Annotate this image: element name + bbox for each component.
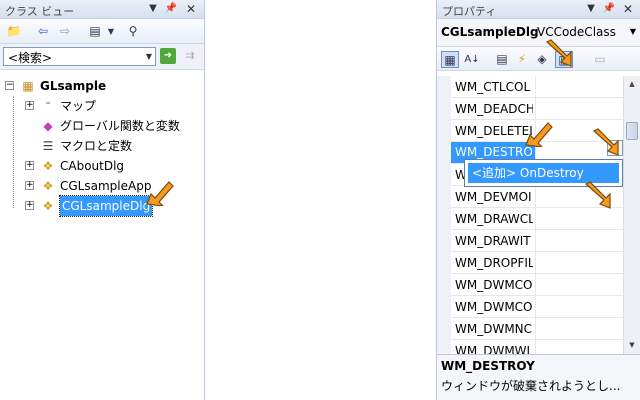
grid-row[interactable]: WM_DROPFIL [451, 252, 623, 274]
grid-row[interactable]: WM_DRAWCL [451, 208, 623, 230]
property-name: WM_DEADCH [455, 102, 533, 116]
grid-row[interactable]: WM_DRAWIT [451, 230, 623, 252]
tree-item-map[interactable]: + ⁼ マップ [0, 96, 200, 116]
property-name: WM_DROPFIL [455, 256, 533, 270]
pin-icon[interactable]: 📌 [164, 2, 178, 16]
grid-row[interactable]: WM_DWMWI [451, 340, 623, 354]
class-view-titlebar: クラス ビュー ▼ 📌 ✕ [0, 0, 204, 19]
pin-icon[interactable]: 📌 [602, 2, 616, 16]
search-input[interactable]: <検索> [3, 47, 156, 66]
globals-icon: ◆ [43, 119, 53, 133]
column-divider [535, 186, 536, 208]
property-name: WM_CTLCOL [455, 80, 531, 94]
grid-scrollbar[interactable]: ▲ ▼ [623, 76, 640, 354]
object-name: CGLsampleDlg [441, 25, 539, 39]
search-dropdown-icon[interactable]: ▼ [143, 48, 155, 65]
annotation-arrow-icon [525, 122, 553, 147]
tree-item-macros[interactable]: ☰ マクロと定数 [0, 136, 200, 156]
tree-item-label: マクロと定数 [60, 139, 133, 153]
class-view-toolbar: 📁 ⇦ ⇨ ▤ ▼ ⚲ [0, 19, 204, 44]
expand-icon[interactable]: + [25, 161, 34, 170]
property-name: WM_DRAWIT [455, 234, 531, 248]
annotation-arrow-icon [584, 181, 611, 209]
grid-row[interactable]: WM_DWMNC [451, 318, 623, 340]
tree-item-label: CAboutDlg [60, 159, 125, 173]
search-row: <検索> ▼ ➜ ⇉ [0, 44, 204, 70]
settings-dropdown-icon[interactable]: ▼ [102, 23, 120, 40]
column-divider [535, 252, 536, 274]
expand-icon[interactable]: + [25, 201, 34, 210]
close-icon[interactable]: ✕ [621, 2, 635, 16]
properties-icon[interactable]: ▤ [493, 51, 511, 68]
column-divider [535, 318, 536, 340]
description-title: WM_DESTROY [441, 359, 535, 373]
property-name: WM_DRAWCL [455, 212, 533, 226]
events-icon[interactable]: ⚡ [513, 51, 531, 68]
annotation-arrow-icon [146, 181, 174, 206]
tree-item-root[interactable]: − ▦ GLsample [0, 76, 200, 96]
dropdown-arrow-icon[interactable]: ▼ [146, 2, 160, 16]
column-divider [535, 274, 536, 296]
object-dropdown-icon[interactable]: ▼ [630, 27, 636, 36]
column-divider [535, 340, 536, 354]
property-name: WM_DEVMOI [455, 190, 532, 204]
collapse-icon[interactable]: − [5, 81, 14, 90]
scroll-up-icon[interactable]: ▲ [624, 76, 640, 92]
tree-item-label: GLsample [40, 79, 107, 93]
references-icon[interactable]: ⚲ [124, 23, 142, 40]
project-icon: ▦ [22, 79, 34, 93]
alphabetical-icon[interactable]: A↓ [463, 51, 481, 68]
search-go-icon[interactable]: ➜ [160, 48, 176, 64]
clear-search-icon[interactable]: ⇉ [182, 48, 198, 64]
forward-arrow-icon[interactable]: ⇨ [56, 23, 74, 40]
tree-item-label: グローバル関数と変数 [60, 119, 180, 133]
dropdown-arrow-icon[interactable]: ▼ [584, 2, 598, 16]
property-pages-icon[interactable]: ▭ [591, 51, 609, 68]
class-icon: ❖ [42, 159, 54, 173]
class-icon: ❖ [42, 199, 54, 213]
annotation-arrow-icon [592, 128, 619, 156]
scroll-thumb[interactable] [626, 122, 638, 140]
property-name: WM_DELETEI [455, 124, 533, 138]
class-view-title: クラス ビュー [5, 5, 75, 18]
new-folder-icon[interactable]: 📁 [5, 23, 23, 40]
properties-title: プロパティ [442, 5, 497, 18]
object-selector[interactable]: CGLsampleDlg VCCodeClass ▼ [437, 19, 640, 47]
properties-toolbar: ▦ A↓ ▤ ⚡ ◈ ▥ ▭ [437, 47, 640, 71]
column-divider [535, 296, 536, 318]
close-icon[interactable]: ✕ [184, 2, 198, 16]
grid-row[interactable]: WM_CTLCOL [451, 76, 623, 98]
annotation-arrow-icon [545, 39, 572, 67]
expand-icon[interactable]: + [25, 181, 34, 190]
scroll-down-icon[interactable]: ▼ [624, 337, 640, 353]
macros-icon: ☰ [42, 139, 54, 153]
property-name: WM_DWMNC [455, 322, 533, 336]
tree-item-caboutdlg[interactable]: + ❖ CAboutDlg [0, 156, 200, 176]
tree-item-globals[interactable]: ◆ グローバル関数と変数 [0, 116, 200, 136]
object-type: VCCodeClass [537, 25, 616, 39]
description-pane: WM_DESTROY ウィンドウが破棄されようとし... [437, 354, 640, 400]
tree-item-label: CGLsampleApp [60, 179, 152, 193]
tree-item-label-selected: CGLsampleDlg [58, 195, 154, 217]
property-name: WM_DWMCO [455, 278, 533, 292]
class-icon: ❖ [42, 179, 54, 193]
tree-item-label: マップ [60, 99, 97, 113]
properties-titlebar: プロパティ ▼ 📌 ✕ [437, 0, 640, 19]
categorized-icon[interactable]: ▦ [441, 51, 459, 68]
column-divider [535, 76, 536, 98]
description-text: ウィンドウが破棄されようとし... [441, 379, 621, 393]
property-name: WM_DWMCO [455, 300, 533, 314]
expand-icon[interactable]: + [25, 101, 34, 110]
column-divider [535, 208, 536, 230]
grid-row[interactable]: WM_DWMCO [451, 274, 623, 296]
grid-gutter [437, 76, 451, 354]
grid-row[interactable]: WM_DWMCO [451, 296, 623, 318]
property-name: WM_DWMWI [455, 344, 531, 354]
map-icon: ⁼ [45, 100, 51, 111]
back-arrow-icon[interactable]: ⇦ [34, 23, 52, 40]
column-divider [535, 230, 536, 252]
